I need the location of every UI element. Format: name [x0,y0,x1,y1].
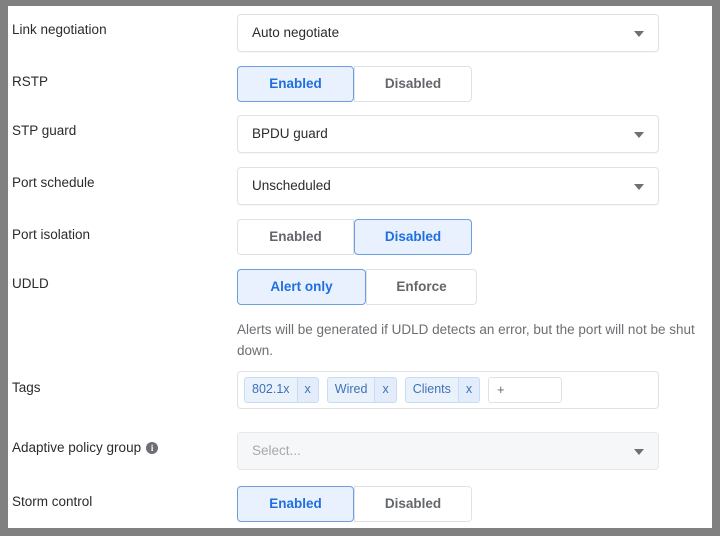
select-placeholder-adaptive-policy-group: Select... [252,443,301,458]
tag-chip[interactable]: 802.1x x [244,377,319,403]
field-label-stp-guard: STP guard [12,123,77,138]
chevron-down-icon [634,449,644,455]
field-label-storm-control: Storm control [12,494,93,509]
select-port-schedule[interactable]: Unscheduled [237,167,659,205]
chevron-down-icon [634,184,644,190]
segment-port-isolation-disabled[interactable]: Disabled [354,219,472,255]
field-label-adaptive-policy-group: Adaptive policy group i [12,440,159,456]
form-row-udld: UDLD Alert only Enforce [8,266,712,310]
form-row-port-isolation: Port isolation Enabled Disabled [8,217,712,261]
form-row-tags: Tags 802.1x x Wired x Clients x + [8,371,712,417]
form-row-adaptive-policy-group: Adaptive policy group i Select... [8,432,712,478]
tags-input-container[interactable]: 802.1x x Wired x Clients x + [237,371,659,409]
select-value-port-schedule: Unscheduled [252,178,331,193]
field-label-udld: UDLD [12,276,49,291]
help-text-udld: Alerts will be generated if UDLD detects… [237,322,695,358]
select-value-stp-guard: BPDU guard [252,126,328,141]
settings-panel: Link negotiation Auto negotiate RSTP Ena… [8,6,712,528]
select-value-link-negotiation: Auto negotiate [252,25,340,40]
field-label-text: Adaptive policy group [12,440,142,455]
tag-chip-label: 802.1x [252,382,290,396]
segmented-port-isolation: Enabled Disabled [237,219,472,255]
tag-chip-label: Clients [412,382,451,396]
segment-udld-alert-only[interactable]: Alert only [237,269,366,305]
form-row-rstp: RSTP Enabled Disabled [8,65,712,109]
field-label-rstp: RSTP [12,74,49,89]
chevron-down-icon [634,132,644,138]
segmented-udld: Alert only Enforce [237,269,477,305]
form-row-storm-control: Storm control Enabled Disabled [8,484,712,528]
segment-storm-control-disabled[interactable]: Disabled [354,486,472,522]
select-adaptive-policy-group[interactable]: Select... [237,432,659,470]
field-label-port-schedule: Port schedule [12,175,95,190]
field-label-port-isolation: Port isolation [12,227,91,242]
segment-port-isolation-enabled[interactable]: Enabled [237,219,354,255]
tag-chip-remove-icon[interactable]: x [457,378,480,402]
form-row-link-negotiation: Link negotiation Auto negotiate [8,14,712,60]
segmented-rstp: Enabled Disabled [237,66,472,102]
segment-storm-control-enabled[interactable]: Enabled [237,486,354,522]
tag-chip[interactable]: Wired x [326,377,397,403]
segment-rstp-enabled[interactable]: Enabled [237,66,354,102]
add-tag-input[interactable]: + [488,377,563,403]
field-label-tags: Tags [12,380,41,395]
tag-chip-remove-icon[interactable]: x [296,378,318,402]
window-frame: Link negotiation Auto negotiate RSTP Ena… [0,0,720,536]
form-row-port-schedule: Port schedule Unscheduled [8,167,712,213]
field-label-link-negotiation: Link negotiation [12,22,107,37]
select-stp-guard[interactable]: BPDU guard [237,115,659,153]
info-icon[interactable]: i [146,442,159,454]
chevron-down-icon [634,31,644,37]
tag-chip-label: Wired [334,382,368,396]
segmented-storm-control: Enabled Disabled [237,486,472,522]
segment-udld-enforce[interactable]: Enforce [366,269,477,305]
tag-chip-remove-icon[interactable]: x [374,378,396,402]
tag-chip[interactable]: Clients x [404,377,481,403]
form-row-stp-guard: STP guard BPDU guard [8,115,712,161]
select-link-negotiation[interactable]: Auto negotiate [237,14,659,52]
segment-rstp-disabled[interactable]: Disabled [354,66,472,102]
